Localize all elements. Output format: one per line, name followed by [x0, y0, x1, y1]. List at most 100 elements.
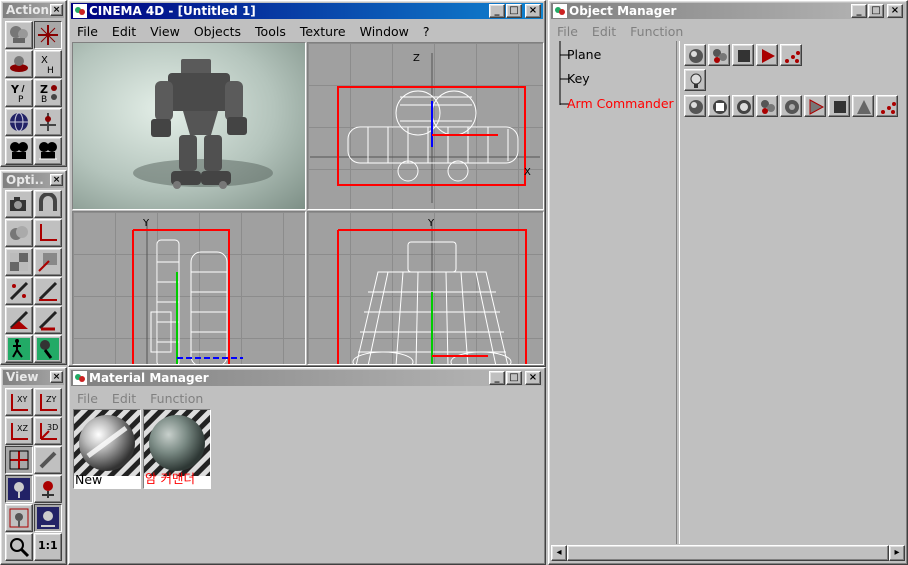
close-icon[interactable]: ×: [50, 174, 63, 186]
object-plane[interactable]: Plane: [567, 47, 601, 62]
render-picture-tool[interactable]: [34, 137, 62, 165]
object-coordinates-tool[interactable]: [34, 108, 62, 136]
material-new[interactable]: New: [73, 409, 141, 489]
phong-tag-2[interactable]: [708, 95, 730, 117]
top-viewport[interactable]: Z X: [307, 42, 544, 210]
view-xz-button[interactable]: XZ: [5, 417, 33, 445]
minimize-button[interactable]: _: [489, 4, 505, 18]
close-button[interactable]: ×: [525, 371, 541, 385]
phong-tag[interactable]: [684, 44, 706, 66]
menu-window[interactable]: Window: [360, 24, 409, 39]
maximize-button[interactable]: □: [868, 4, 884, 18]
light-tag[interactable]: [684, 69, 706, 91]
menu-edit[interactable]: Edit: [112, 24, 136, 39]
y-axis-lock-tool[interactable]: YP: [5, 79, 33, 107]
move-camera-tool[interactable]: [5, 21, 33, 49]
menu-help[interactable]: ?: [423, 24, 430, 39]
axis-tool[interactable]: [34, 219, 62, 247]
axis-corner-icon: [40, 224, 57, 241]
menu-view[interactable]: View: [150, 24, 180, 39]
phong-tag-3[interactable]: [732, 95, 754, 117]
action-palette-title[interactable]: Action ×: [3, 3, 64, 18]
menu-function[interactable]: Function: [150, 391, 203, 406]
object-manager-titlebar[interactable]: Object Manager _ □ ×: [551, 3, 905, 19]
close-icon[interactable]: ×: [50, 4, 63, 16]
object-key[interactable]: Key: [567, 71, 590, 86]
world-coordinates-tool[interactable]: [5, 108, 33, 136]
phong-tag-4[interactable]: [780, 95, 802, 117]
material-manager-titlebar[interactable]: Material Manager _ □ ×: [71, 370, 543, 386]
close-button[interactable]: ×: [887, 4, 903, 18]
render-view-tool[interactable]: [5, 137, 33, 165]
polygons-tool[interactable]: [5, 306, 33, 334]
display-tag[interactable]: [732, 44, 754, 66]
minimize-button[interactable]: _: [851, 4, 867, 18]
play-tag[interactable]: [804, 95, 826, 117]
z-axis-lock-tool[interactable]: ZB: [34, 79, 62, 107]
close-icon[interactable]: ×: [50, 371, 63, 383]
menu-function[interactable]: Function: [630, 24, 683, 39]
phong-tag-1[interactable]: [684, 95, 706, 117]
object-arm-commander[interactable]: Arm Commander: [567, 96, 674, 111]
points-tag[interactable]: [780, 44, 802, 66]
triangle-tag[interactable]: [852, 95, 874, 117]
perspective-viewport[interactable]: [72, 42, 306, 210]
camera-zoom-button[interactable]: [5, 504, 33, 532]
menu-edit[interactable]: Edit: [592, 24, 616, 39]
menu-file[interactable]: File: [557, 24, 578, 39]
maximize-button[interactable]: □: [506, 371, 522, 385]
zoom-1-1-button[interactable]: 1:1: [34, 533, 62, 561]
material-tag-1[interactable]: [756, 95, 778, 117]
scroll-right-button[interactable]: ▸: [889, 545, 905, 561]
protection-tag[interactable]: [756, 44, 778, 66]
material-tag[interactable]: [708, 44, 730, 66]
menu-tools[interactable]: Tools: [255, 24, 286, 39]
view-zy-button[interactable]: ZY: [34, 388, 62, 416]
menu-file[interactable]: File: [77, 391, 98, 406]
horizontal-scrollbar[interactable]: ◂ ▸: [551, 545, 905, 561]
camera-move-button[interactable]: [5, 475, 33, 503]
cinema4d-app-icon: [553, 4, 567, 18]
magnify-button[interactable]: [5, 533, 33, 561]
boole-tool[interactable]: [5, 219, 33, 247]
menu-file[interactable]: File: [77, 24, 98, 39]
material-arm-commander[interactable]: 암 커맨더: [143, 409, 211, 489]
maximize-button[interactable]: □: [506, 4, 522, 18]
texture-tool[interactable]: [5, 248, 33, 276]
model-tool[interactable]: [34, 306, 62, 334]
scale-tool[interactable]: [5, 50, 33, 78]
camera-tool[interactable]: [5, 190, 33, 218]
edges-tool[interactable]: [34, 277, 62, 305]
minimize-button[interactable]: _: [489, 371, 505, 385]
edit-view-button[interactable]: [34, 446, 62, 474]
x-axis-lock-tool[interactable]: XH: [34, 50, 62, 78]
points-tag-1[interactable]: [876, 95, 898, 117]
side-view-wireframe: Y: [132, 218, 243, 364]
close-button[interactable]: ×: [525, 4, 541, 18]
display-tag-1[interactable]: [828, 95, 850, 117]
menu-objects[interactable]: Objects: [194, 24, 241, 39]
points-tool[interactable]: [5, 277, 33, 305]
side-viewport[interactable]: Y: [72, 211, 306, 365]
animation-tool[interactable]: [5, 335, 33, 363]
camera-pan-button[interactable]: [34, 504, 62, 532]
view-palette-title[interactable]: View ×: [3, 370, 64, 385]
view-3d-button[interactable]: 3D: [34, 417, 62, 445]
texture-axis-tool[interactable]: [34, 248, 62, 276]
camera-rotate-button[interactable]: [34, 475, 62, 503]
four-views-button[interactable]: [5, 446, 33, 474]
xz-view-icon: XZ: [11, 423, 28, 440]
camera-rotate-icon: [42, 481, 54, 498]
options-palette-title[interactable]: Opti.. ×: [3, 173, 64, 188]
inverse-kinematics-tool[interactable]: [34, 335, 62, 363]
material-preview-shiny: [74, 410, 140, 476]
front-viewport[interactable]: Y: [307, 211, 544, 365]
main-window-titlebar[interactable]: CINEMA 4D - [Untitled 1] _ □ ×: [71, 3, 543, 19]
menu-edit[interactable]: Edit: [112, 391, 136, 406]
menu-texture[interactable]: Texture: [300, 24, 346, 39]
magnet-tool[interactable]: [34, 190, 62, 218]
move-tool[interactable]: [34, 21, 62, 49]
scroll-left-button[interactable]: ◂: [551, 545, 567, 561]
scroll-thumb[interactable]: [567, 545, 889, 561]
view-xy-button[interactable]: XY: [5, 388, 33, 416]
